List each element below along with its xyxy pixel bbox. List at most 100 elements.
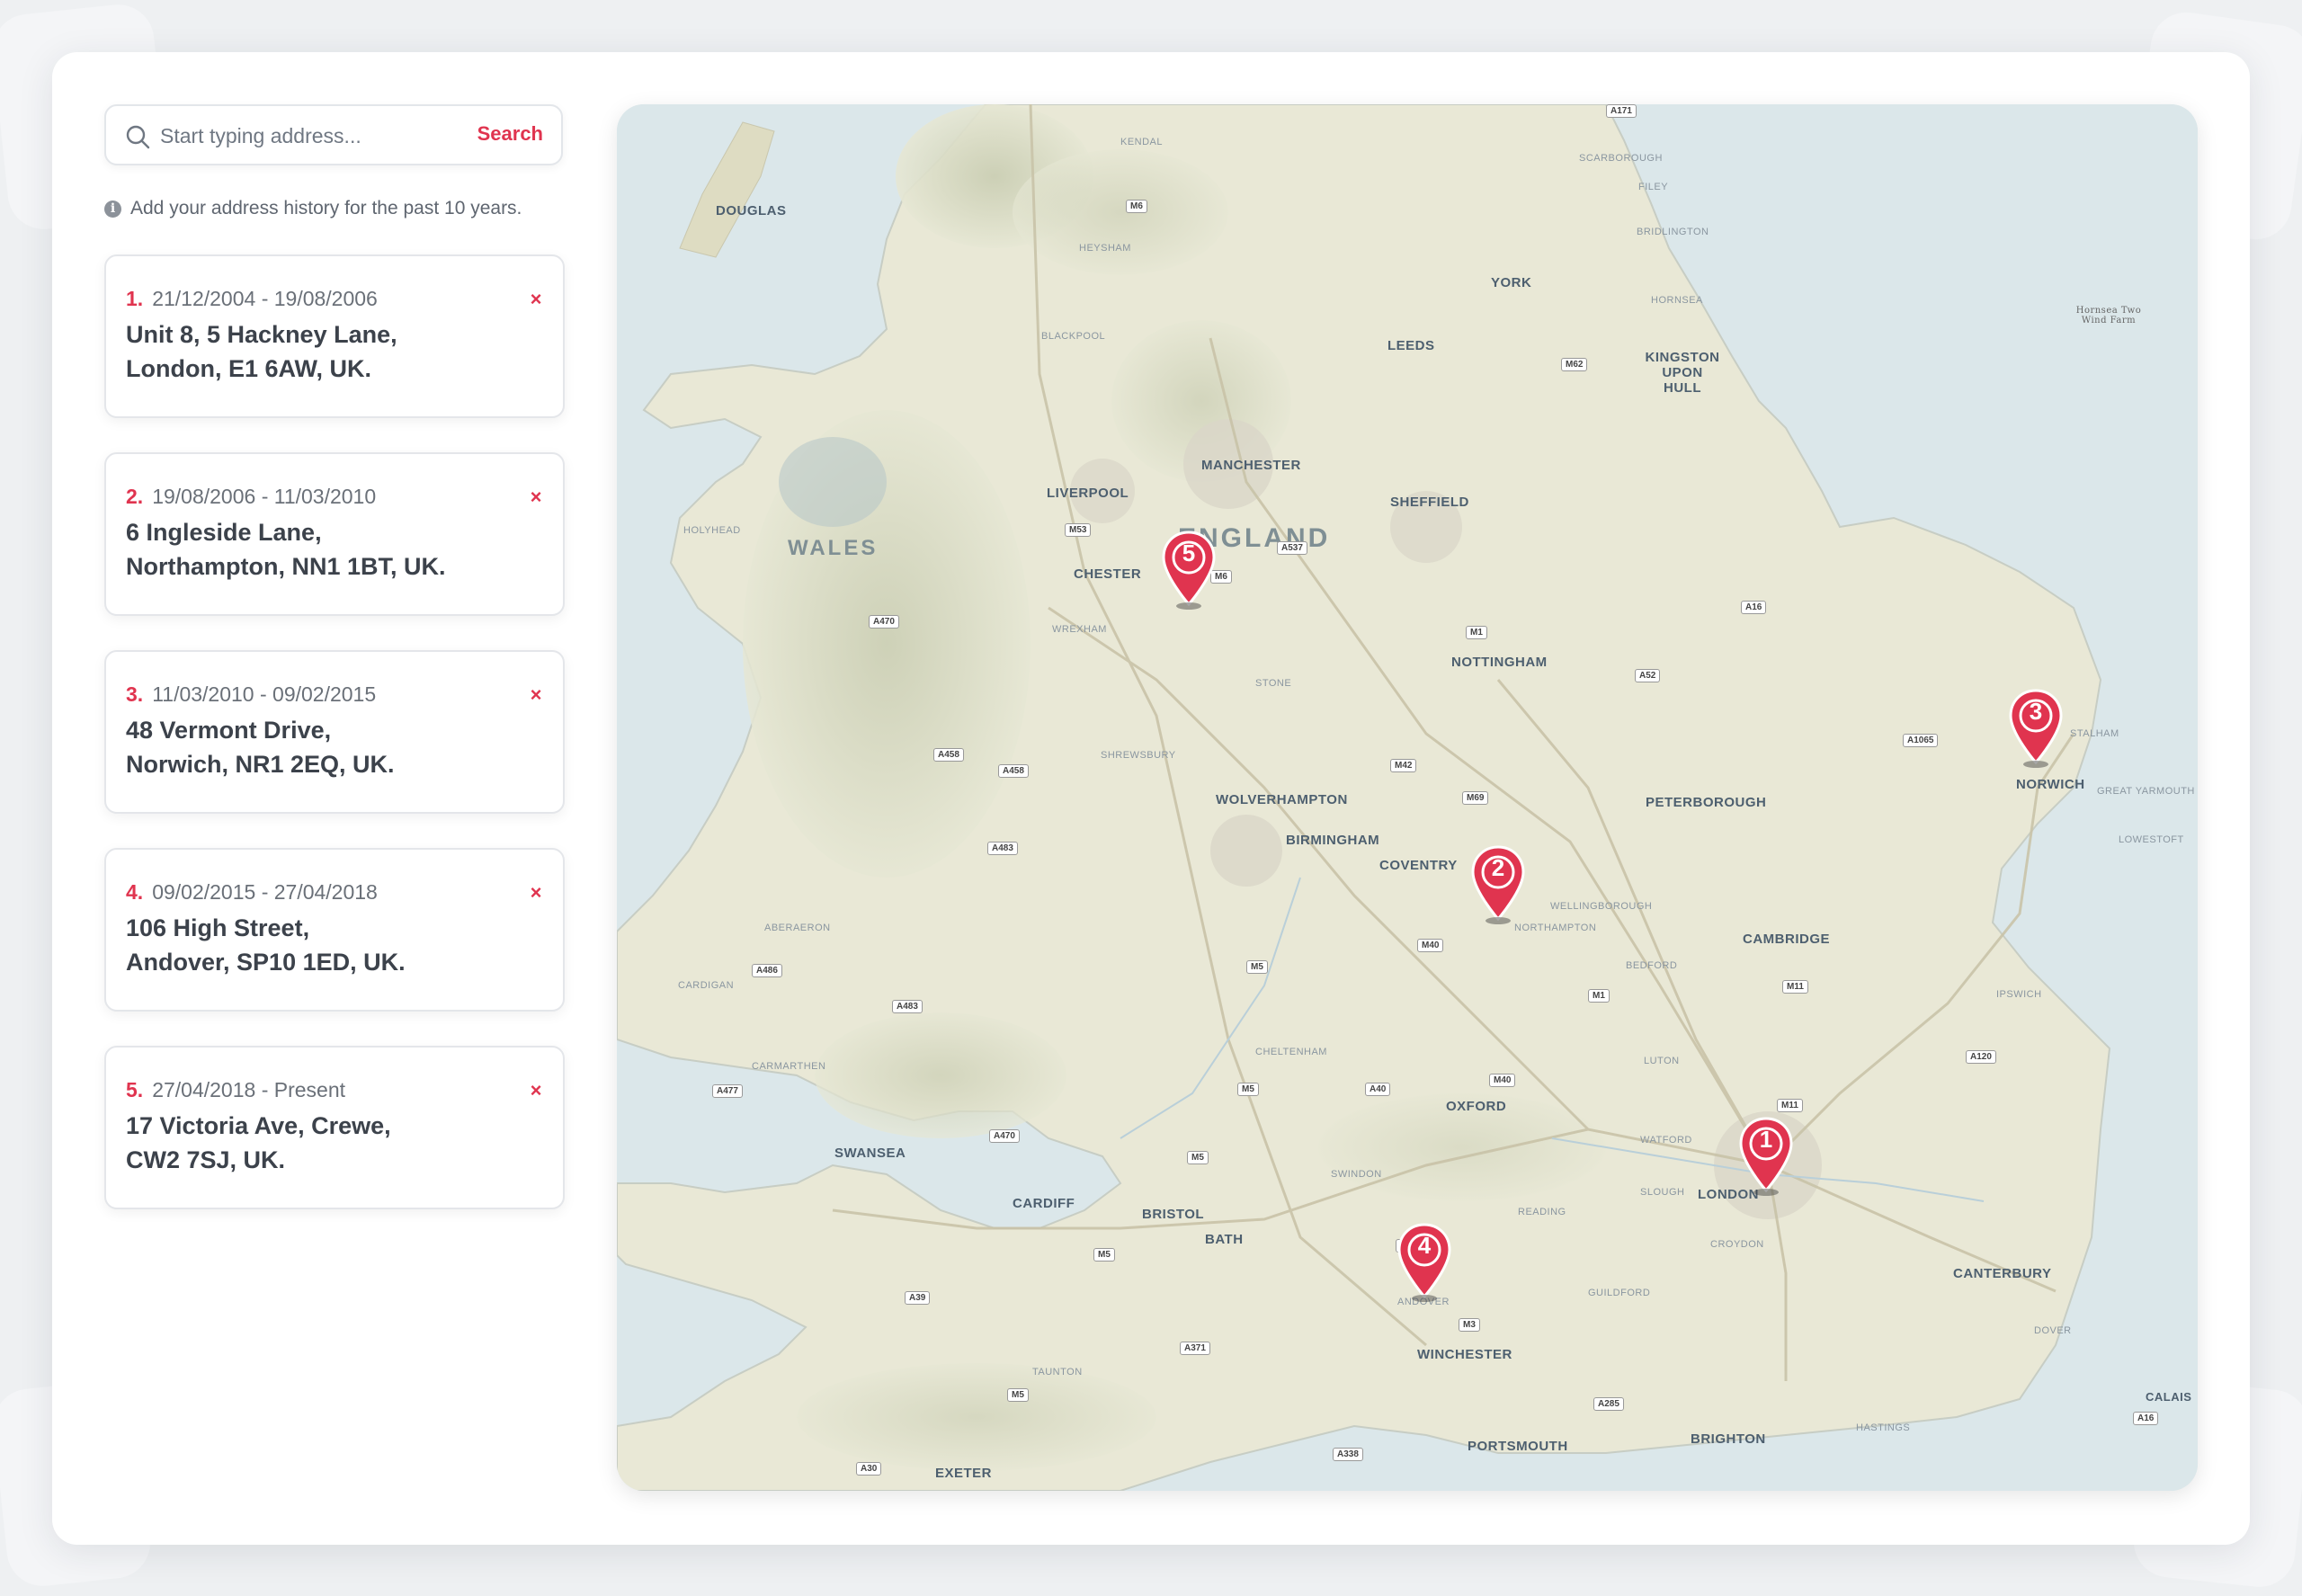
city-label: OXFORD bbox=[1446, 1099, 1507, 1114]
address-card[interactable]: 5. 27/04/2018 - Present 17 Victoria Ave, … bbox=[104, 1046, 565, 1209]
road-shield: A30 bbox=[856, 1462, 882, 1476]
address-search-input[interactable] bbox=[158, 117, 459, 155]
town-label: CARDIGAN bbox=[678, 980, 735, 991]
town-label: HORNSEA bbox=[1651, 295, 1703, 306]
road-shield: A483 bbox=[987, 842, 1018, 855]
address-history-hint: i Add your address history for the past … bbox=[104, 198, 522, 219]
address-number: 1. bbox=[126, 287, 144, 310]
road-shield: M1 bbox=[1466, 626, 1487, 639]
city-label: BATH bbox=[1205, 1232, 1244, 1247]
remove-address-icon[interactable]: × bbox=[523, 1078, 549, 1103]
town-label: Hornsea Two Wind Farm bbox=[2075, 306, 2142, 325]
town-label: TAUNTON bbox=[1032, 1367, 1083, 1378]
search-button[interactable]: Search bbox=[477, 122, 543, 146]
town-label: SWINDON bbox=[1331, 1169, 1382, 1180]
road-shield: A52 bbox=[1635, 669, 1661, 682]
town-label: IPSWICH bbox=[1996, 989, 2042, 1000]
town-label: HOLYHEAD bbox=[683, 525, 741, 536]
road-shield: A40 bbox=[1365, 1083, 1391, 1096]
road-shield: M40 bbox=[1489, 1074, 1516, 1087]
road-shield: A458 bbox=[998, 764, 1029, 778]
address-period: 1. 21/12/2004 - 19/08/2006 bbox=[126, 287, 543, 317]
road-shield: M3 bbox=[1459, 1318, 1480, 1332]
address-period: 5. 27/04/2018 - Present bbox=[126, 1078, 543, 1109]
city-label: CAMBRIDGE bbox=[1743, 932, 1830, 947]
address-line-1: 17 Victoria Ave, Crewe, bbox=[126, 1112, 391, 1139]
town-label: CALAIS bbox=[2146, 1390, 2192, 1404]
town-label: DOVER bbox=[2034, 1325, 2072, 1336]
address-card[interactable]: 3. 11/03/2010 - 09/02/2015 48 Vermont Dri… bbox=[104, 650, 565, 814]
address-line-1: 48 Vermont Drive, bbox=[126, 717, 332, 744]
town-label: WATFORD bbox=[1640, 1135, 1692, 1146]
address-card[interactable]: 1. 21/12/2004 - 19/08/2006 Unit 8, 5 Hack… bbox=[104, 254, 565, 418]
town-label: BEDFORD bbox=[1626, 960, 1678, 971]
city-label: LIVERPOOL bbox=[1047, 486, 1129, 501]
map-pin-2[interactable]: 2 bbox=[1469, 845, 1527, 926]
road-shield: A458 bbox=[933, 748, 964, 762]
address-map[interactable]: ENGLAND WALES DOUGLAS YORK LEEDS KINGSTO… bbox=[617, 104, 2198, 1491]
town-label: LOWESTOFT bbox=[2119, 834, 2184, 845]
road-shield: A16 bbox=[1741, 601, 1767, 614]
address-line-2: Northampton, NN1 1BT, UK. bbox=[126, 553, 446, 580]
city-label: LEEDS bbox=[1387, 338, 1435, 353]
address-dates: 19/08/2006 - 11/03/2010 bbox=[152, 485, 377, 508]
remove-address-icon[interactable]: × bbox=[523, 880, 549, 905]
road-shield: A537 bbox=[1277, 541, 1307, 555]
road-shield: M5 bbox=[1093, 1248, 1115, 1262]
town-label: BRIDLINGTON bbox=[1637, 227, 1709, 237]
city-label: WOLVERHAMPTON bbox=[1216, 792, 1348, 807]
address-dates: 09/02/2015 - 27/04/2018 bbox=[152, 880, 378, 904]
town-label: KENDAL bbox=[1120, 137, 1164, 147]
address-number: 4. bbox=[126, 880, 144, 904]
address-period: 4. 09/02/2015 - 27/04/2018 bbox=[126, 880, 543, 911]
map-pin-1[interactable]: 1 bbox=[1737, 1117, 1795, 1198]
town-label: ABERAERON bbox=[764, 923, 831, 933]
city-label: CARDIFF bbox=[1013, 1196, 1075, 1211]
road-shield: A171 bbox=[1606, 104, 1637, 118]
city-label: BRIGHTON bbox=[1691, 1431, 1766, 1447]
remove-address-icon[interactable]: × bbox=[523, 485, 549, 510]
info-icon: i bbox=[104, 200, 121, 218]
town-label: STONE bbox=[1255, 678, 1292, 689]
city-label: CHESTER bbox=[1074, 566, 1142, 582]
road-shield: A486 bbox=[752, 964, 782, 977]
address-line-2: CW2 7SJ, UK. bbox=[126, 1146, 286, 1173]
city-label: DOUGLAS bbox=[716, 203, 787, 218]
address-period: 2. 19/08/2006 - 11/03/2010 bbox=[126, 485, 543, 515]
address-card[interactable]: 2. 19/08/2006 - 11/03/2010 6 Ingleside La… bbox=[104, 452, 565, 616]
town-label: LUTON bbox=[1644, 1056, 1680, 1066]
city-label: EXETER bbox=[935, 1466, 993, 1481]
road-shield: A120 bbox=[1966, 1050, 1996, 1064]
remove-address-icon[interactable]: × bbox=[523, 682, 549, 708]
road-shield: M5 bbox=[1007, 1388, 1029, 1402]
address-dates: 11/03/2010 - 09/02/2015 bbox=[152, 682, 377, 706]
city-label: WINCHESTER bbox=[1417, 1347, 1512, 1362]
road-shield: A1065 bbox=[1903, 734, 1939, 747]
town-label: HEYSHAM bbox=[1079, 243, 1131, 254]
remove-address-icon[interactable]: × bbox=[523, 287, 549, 312]
city-label: NORWICH bbox=[2016, 777, 2085, 792]
pin-shadow bbox=[1486, 917, 1511, 924]
address-card[interactable]: 4. 09/02/2015 - 27/04/2018 106 High Stree… bbox=[104, 848, 565, 1012]
city-label: CANTERBURY bbox=[1953, 1266, 2052, 1281]
town-label: CROYDON bbox=[1710, 1239, 1764, 1250]
city-label: BIRMINGHAM bbox=[1286, 833, 1380, 848]
map-pin-5[interactable]: 5 bbox=[1160, 531, 1218, 611]
city-label: SHEFFIELD bbox=[1390, 495, 1469, 510]
address-period: 3. 11/03/2010 - 09/02/2015 bbox=[126, 682, 543, 713]
road-shield: A470 bbox=[869, 615, 899, 629]
town-label: SLOUGH bbox=[1640, 1187, 1685, 1198]
map-pin-4[interactable]: 4 bbox=[1396, 1223, 1453, 1304]
address-dates: 27/04/2018 - Present bbox=[152, 1078, 346, 1101]
address-number: 5. bbox=[126, 1078, 144, 1101]
town-label: GUILDFORD bbox=[1588, 1288, 1651, 1298]
town-label: CHELTENHAM bbox=[1255, 1047, 1327, 1057]
city-label: YORK bbox=[1491, 275, 1532, 290]
road-shield: M62 bbox=[1561, 358, 1588, 371]
road-shield: A39 bbox=[905, 1291, 931, 1305]
address-list: 1. 21/12/2004 - 19/08/2006 Unit 8, 5 Hack… bbox=[104, 254, 565, 1244]
road-shield: M42 bbox=[1390, 759, 1417, 772]
town-label: GREAT YARMOUTH bbox=[2097, 786, 2195, 797]
address-line-1: 106 High Street, bbox=[126, 914, 310, 941]
map-pin-3[interactable]: 3 bbox=[2007, 689, 2065, 770]
